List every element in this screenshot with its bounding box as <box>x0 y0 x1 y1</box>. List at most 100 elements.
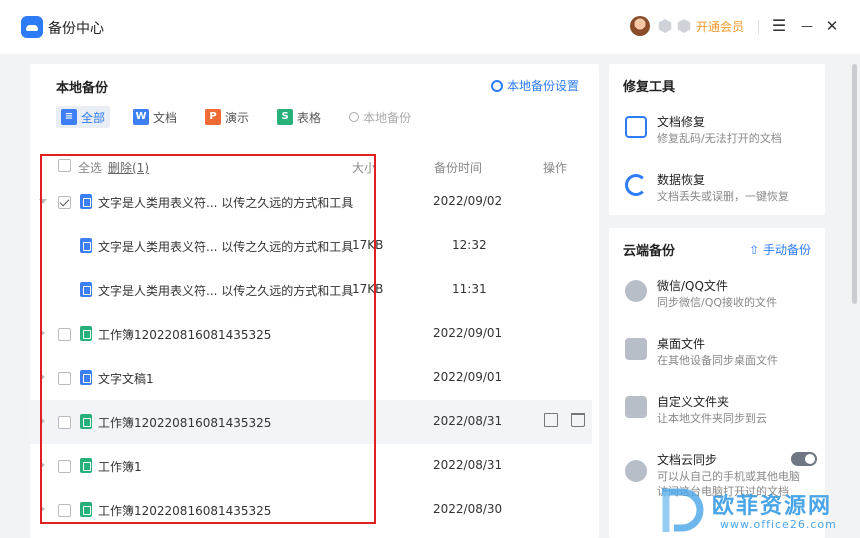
open-vip-link[interactable]: 开通会员 <box>696 18 744 35</box>
file-name: 工作簿120220816081435325 <box>98 328 272 342</box>
row-checkbox[interactable] <box>58 196 71 209</box>
recovery-icon <box>625 174 647 196</box>
table-row[interactable]: 文字文稿1 2022/09/01 <box>30 356 592 400</box>
row-checkbox[interactable] <box>58 504 71 517</box>
spreadsheet-icon <box>80 326 92 341</box>
backup-time: 12:32 <box>452 238 487 252</box>
delete-button[interactable]: 删除(1) <box>108 159 149 176</box>
row-checkbox[interactable] <box>58 328 71 341</box>
trash-icon[interactable] <box>571 413 585 427</box>
file-name: 文字是人类用表义符... 以传之久远的方式和工具 <box>98 284 354 298</box>
table-row[interactable]: 文字是人类用表义符... 以传之久远的方式和工具 17KB 12:32 <box>30 224 592 268</box>
word-doc-icon <box>80 370 92 385</box>
table-row[interactable]: 工作簿1 2022/08/31 <box>30 444 592 488</box>
tool-desc: 修复乱码/无法打开的文档 <box>657 132 782 145</box>
tab-presentations[interactable]: P 演示 <box>200 106 254 128</box>
file-name: 文字是人类用表义符... 以传之久远的方式和工具 <box>98 240 354 254</box>
open-folder-icon[interactable] <box>544 413 558 427</box>
list-icon: ≡ <box>61 109 77 125</box>
spreadsheet-icon <box>80 414 92 429</box>
file-size: 17KB <box>352 238 384 252</box>
cloud-sync-toggle[interactable] <box>791 452 817 466</box>
backup-time: 11:31 <box>452 282 487 296</box>
ppt-icon: P <box>205 109 222 125</box>
expand-arrow-icon[interactable] <box>40 373 45 381</box>
tab-label: 全部 <box>81 110 106 125</box>
close-icon[interactable]: ✕ <box>820 14 844 38</box>
expand-arrow-icon[interactable] <box>40 417 45 425</box>
tab-all[interactable]: ≡ 全部 <box>56 106 111 128</box>
watermark-text: 欧菲资源网 <box>712 494 833 519</box>
tool-desc: 文档丢失或误删，一键恢复 <box>657 190 789 203</box>
expand-arrow-icon[interactable] <box>40 329 45 337</box>
item-name: 微信/QQ文件 <box>657 279 728 293</box>
column-operation: 操作 <box>543 161 568 175</box>
watermark: 欧菲资源网 www.office26.com <box>652 484 860 538</box>
row-checkbox[interactable] <box>58 460 71 473</box>
collapse-arrow-icon[interactable] <box>39 199 47 204</box>
item-name: 桌面文件 <box>657 337 706 351</box>
item-name: 自定义文件夹 <box>657 395 730 409</box>
title-bar: 备份中心 开通会员 ☰ — ✕ <box>0 0 860 54</box>
desktop-files-item[interactable]: 桌面文件 在其他设备同步桌面文件 <box>623 332 819 372</box>
row-checkbox[interactable] <box>58 416 71 429</box>
data-recovery-tool[interactable]: 数据恢复 文档丢失或误删，一键恢复 <box>623 168 819 208</box>
item-name: 文档云同步 <box>657 453 718 467</box>
backup-time: 2022/09/02 <box>433 194 503 208</box>
card-title: 修复工具 <box>623 80 676 95</box>
item-desc: 在其他设备同步桌面文件 <box>657 354 778 367</box>
backup-time: 2022/08/31 <box>433 414 503 428</box>
table-row[interactable]: 工作簿120220816081435325 2022/09/01 <box>30 312 592 356</box>
item-desc: 可以从自己的手机或其他电脑 <box>657 470 800 483</box>
backup-time: 2022/08/30 <box>433 502 503 516</box>
local-backup-panel: 本地备份 本地备份设置 ≡ 全部 W 文档 P 演示 S 表格 本地备份 全选 … <box>30 64 599 538</box>
local-backup-settings-link[interactable]: 本地备份设置 <box>490 77 579 94</box>
scrollbar[interactable] <box>852 64 857 304</box>
table-row[interactable]: 工作簿120220816081435325 2022/08/30 <box>30 488 592 532</box>
file-name: 工作簿1 <box>98 460 142 474</box>
expand-arrow-icon[interactable] <box>40 505 45 513</box>
upload-icon: ⇧ <box>749 243 760 257</box>
word-doc-icon <box>80 194 92 209</box>
tab-sheets[interactable]: S 表格 <box>272 106 326 128</box>
file-size: 17KB <box>352 282 384 296</box>
minimize-icon[interactable]: — <box>795 14 819 38</box>
spreadsheet-icon <box>80 502 92 517</box>
panel-title: 本地备份 <box>56 81 109 96</box>
tab-label: 表格 <box>297 110 322 125</box>
backup-time: 2022/09/01 <box>433 326 503 340</box>
menu-icon[interactable]: ☰ <box>767 14 791 38</box>
word-doc-icon <box>80 282 92 297</box>
watermark-url: www.office26.com <box>720 518 837 531</box>
chat-icon <box>625 280 647 302</box>
table-row[interactable]: 文字是人类用表义符... 以传之久远的方式和工具 17KB 11:31 <box>30 268 592 312</box>
table-header: 全选 删除(1) 大小 备份时间 操作 <box>30 156 599 176</box>
tab-docs[interactable]: W 文档 <box>128 106 182 128</box>
doc-repair-tool[interactable]: 文档修复 修复乱码/无法打开的文档 <box>623 110 819 150</box>
search-placeholder: 本地备份 <box>363 110 412 125</box>
desktop-icon <box>625 338 647 360</box>
divider <box>758 20 759 34</box>
manual-backup-label: 手动备份 <box>762 243 811 257</box>
expand-arrow-icon[interactable] <box>40 461 45 469</box>
select-all-checkbox[interactable] <box>58 159 71 172</box>
item-desc: 让本地文件夹同步到云 <box>657 412 767 425</box>
folder-icon <box>625 396 647 418</box>
row-checkbox[interactable] <box>58 372 71 385</box>
custom-folder-item[interactable]: 自定义文件夹 让本地文件夹同步到云 <box>623 390 819 430</box>
file-name: 文字文稿1 <box>98 372 154 386</box>
backup-time: 2022/09/01 <box>433 370 503 384</box>
tab-label: 演示 <box>225 110 250 125</box>
table-row[interactable]: 工作簿120220816081435325 2022/08/31 <box>30 400 592 444</box>
select-all-label: 全选 <box>78 161 103 175</box>
card-title: 云端备份 <box>623 244 676 259</box>
app-title: 备份中心 <box>48 21 104 37</box>
avatar[interactable] <box>630 16 650 36</box>
search-icon <box>349 112 360 122</box>
table-row[interactable]: 文字是人类用表义符... 以传之久远的方式和工具 2022/09/02 <box>30 180 592 224</box>
settings-label: 本地备份设置 <box>506 79 579 93</box>
tool-name: 文档修复 <box>657 115 706 129</box>
manual-backup-button[interactable]: ⇧ 手动备份 <box>749 241 811 258</box>
wechat-qq-files-item[interactable]: 微信/QQ文件 同步微信/QQ接收的文件 <box>623 274 819 314</box>
search-input[interactable]: 本地备份 <box>344 106 416 128</box>
